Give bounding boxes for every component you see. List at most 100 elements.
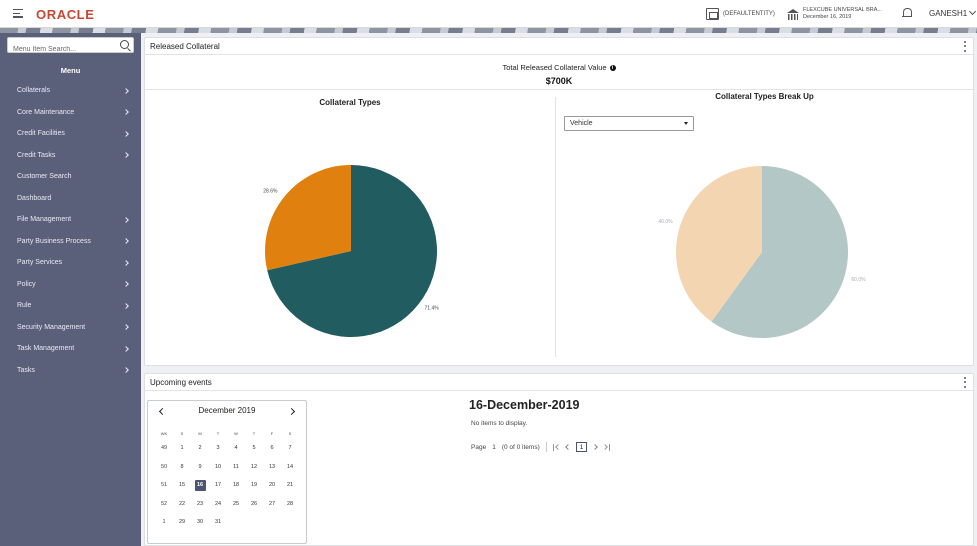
entity-icon bbox=[706, 8, 719, 20]
calendar-day[interactable]: 24 bbox=[209, 495, 227, 514]
sidebar-item-tasks[interactable]: Tasks bbox=[0, 360, 141, 382]
sidebar-item-label: Policy bbox=[17, 280, 36, 288]
calendar-day[interactable]: 4 bbox=[227, 439, 245, 458]
slice-label: 71.4% bbox=[425, 306, 440, 312]
calendar-day[interactable]: 21 bbox=[281, 476, 299, 495]
prev-page-icon[interactable] bbox=[564, 444, 571, 450]
kebab-menu-icon[interactable] bbox=[963, 376, 967, 388]
calendar-day[interactable]: 15 bbox=[173, 476, 191, 495]
calendar-empty-cell bbox=[281, 513, 299, 532]
menu-search-box bbox=[7, 37, 134, 57]
chevron-right-icon bbox=[123, 367, 129, 374]
calendar-day[interactable]: 30 bbox=[191, 513, 209, 532]
current-page-button[interactable]: 1 bbox=[575, 442, 588, 452]
sidebar-item-label: Core Maintenance bbox=[17, 108, 75, 116]
sidebar-item-party-services[interactable]: Party Services bbox=[0, 252, 141, 274]
calendar-day[interactable]: 31 bbox=[209, 513, 227, 532]
weekday-header: WK bbox=[160, 430, 168, 436]
sidebar-item-task-management[interactable]: Task Management bbox=[0, 338, 141, 360]
pager-label: Page bbox=[471, 443, 487, 451]
chevron-right-icon bbox=[123, 216, 129, 223]
sidebar: Menu Collaterals Core Maintenance Credit F… bbox=[0, 33, 141, 546]
sidebar-item-security-management[interactable]: Security Management bbox=[0, 317, 141, 339]
calendar-day[interactable]: 10 bbox=[209, 458, 227, 477]
sidebar-item-label: Security Management bbox=[17, 323, 86, 331]
sidebar-item-label: Credit Tasks bbox=[17, 151, 56, 159]
calendar-day[interactable]: 29 bbox=[173, 513, 191, 532]
sidebar-item-core-maintenance[interactable]: Core Maintenance bbox=[0, 102, 141, 124]
pie-chart-breakup: 60.0% 40.0% bbox=[658, 166, 866, 338]
sidebar-item-label: Collaterals bbox=[17, 87, 51, 95]
total-label: Total Released Collateral Value bbox=[502, 63, 607, 72]
sidebar-item-label: Party Services bbox=[17, 259, 63, 267]
calendar-day[interactable]: 5 bbox=[245, 439, 263, 458]
sidebar-item-file-management[interactable]: File Management bbox=[0, 209, 141, 231]
total-summary: Total Released Collateral Value i $700K bbox=[145, 55, 973, 90]
sidebar-item-credit-tasks[interactable]: Credit Tasks bbox=[0, 145, 141, 167]
sidebar-item-policy[interactable]: Policy bbox=[0, 274, 141, 296]
week-number: 50 bbox=[160, 463, 168, 470]
calendar-day[interactable]: 23 bbox=[191, 495, 209, 514]
chevron-right-icon bbox=[123, 281, 129, 288]
calendar-day[interactable]: 13 bbox=[263, 458, 281, 477]
sidebar-item-collaterals[interactable]: Collaterals bbox=[0, 80, 141, 102]
sidebar-item-label: Rule bbox=[17, 302, 32, 310]
user-name: GANESH1 bbox=[929, 9, 968, 18]
calendar-day[interactable]: 2 bbox=[191, 439, 209, 458]
sidebar-item-rule[interactable]: Rule bbox=[0, 295, 141, 317]
calendar-day[interactable]: 8 bbox=[173, 458, 191, 477]
slice-label: 40.0% bbox=[658, 219, 673, 225]
calendar-day[interactable]: 3 bbox=[209, 439, 227, 458]
calendar-day[interactable]: 11 bbox=[227, 458, 245, 477]
kebab-menu-icon[interactable] bbox=[963, 40, 967, 52]
slice-label: 28.6% bbox=[263, 188, 278, 194]
sidebar-item-customer-search[interactable]: Customer Search bbox=[0, 166, 141, 188]
calendar-day[interactable]: 22 bbox=[173, 495, 191, 514]
hamburger-menu-icon[interactable] bbox=[13, 9, 23, 18]
sidebar-item-credit-facilities[interactable]: Credit Facilities bbox=[0, 123, 141, 145]
sidebar-item-dashboard[interactable]: Dashboard bbox=[0, 188, 141, 210]
calendar-day[interactable]: 1 bbox=[173, 439, 191, 458]
search-icon[interactable] bbox=[120, 40, 129, 49]
calendar-day[interactable]: 28 bbox=[281, 495, 299, 514]
branch-selector[interactable]: FLEXCUBE UNIVERSAL BRA... December 16, 2… bbox=[787, 5, 882, 23]
next-page-icon[interactable] bbox=[592, 444, 599, 450]
entity-selector[interactable]: (DEFAULTENTITY) bbox=[706, 7, 775, 21]
menu-search-input[interactable] bbox=[8, 42, 116, 57]
chevron-right-icon bbox=[123, 324, 129, 331]
calendar-day[interactable]: 14 bbox=[281, 458, 299, 477]
week-number: 49 bbox=[160, 445, 168, 452]
charts-area: Collateral Types Collateral Types Break … bbox=[145, 91, 973, 365]
branch-name: FLEXCUBE UNIVERSAL BRA... bbox=[803, 7, 882, 13]
calendar-day[interactable]: 7 bbox=[281, 439, 299, 458]
decorative-banner bbox=[0, 28, 977, 33]
calendar-empty-cell bbox=[227, 513, 245, 532]
calendar-day[interactable]: 6 bbox=[263, 439, 281, 458]
calendar-day-today[interactable]: 16 bbox=[191, 476, 209, 495]
calendar-day[interactable]: 25 bbox=[227, 495, 245, 514]
calendar-day[interactable]: 18 bbox=[227, 476, 245, 495]
weekday-header: W bbox=[234, 430, 238, 436]
calendar-day[interactable]: 27 bbox=[263, 495, 281, 514]
sidebar-item-party-business-process[interactable]: Party Business Process bbox=[0, 231, 141, 253]
pie-chart-collateral-types: 71.4% 28.6% bbox=[263, 165, 440, 337]
calendar-day[interactable]: 19 bbox=[245, 476, 263, 495]
weekday-header: T bbox=[252, 430, 256, 436]
pager-count: (0 of 0 items) bbox=[501, 443, 540, 451]
calendar-day[interactable]: 20 bbox=[263, 476, 281, 495]
user-menu[interactable]: GANESH1 bbox=[929, 7, 977, 18]
menu-title: Menu bbox=[60, 66, 81, 75]
branch-date: December 16, 2019 bbox=[803, 14, 852, 20]
notification-bell-icon[interactable] bbox=[902, 8, 912, 19]
info-icon[interactable]: i bbox=[609, 64, 616, 71]
calendar-day[interactable]: 17 bbox=[209, 476, 227, 495]
calendar-day[interactable]: 12 bbox=[245, 458, 263, 477]
calendar-day[interactable]: 9 bbox=[191, 458, 209, 477]
chevron-right-icon bbox=[123, 152, 129, 159]
calendar-day[interactable]: 26 bbox=[245, 495, 263, 514]
first-page-icon[interactable] bbox=[552, 443, 560, 451]
weekday-header: M bbox=[198, 430, 202, 436]
sidebar-item-label: File Management bbox=[17, 216, 72, 224]
pager: Page 1 (0 of 0 items) 1 bbox=[471, 442, 611, 452]
last-page-icon[interactable] bbox=[603, 443, 611, 451]
